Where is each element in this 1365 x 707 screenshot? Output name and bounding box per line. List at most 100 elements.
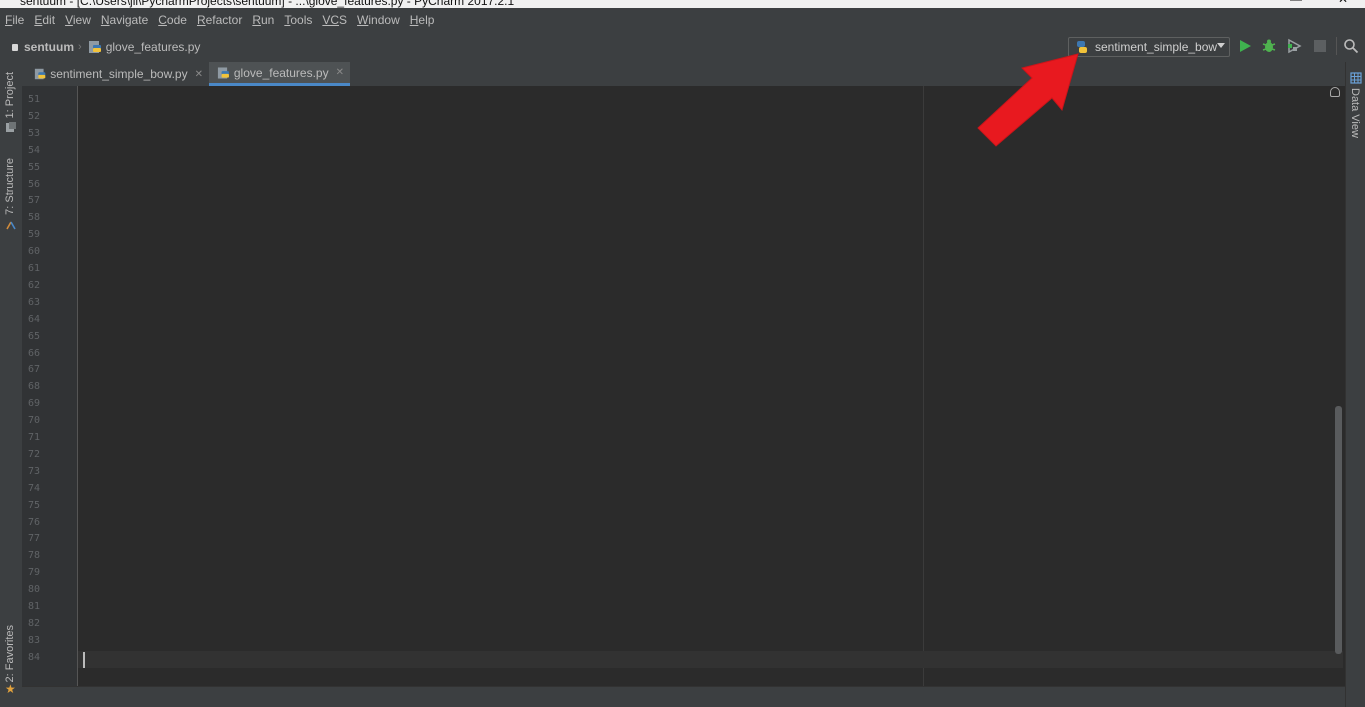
minimize-icon[interactable]: — <box>1290 0 1302 6</box>
close-window-icon[interactable]: ✕ <box>1338 0 1348 6</box>
debug-icon[interactable] <box>1261 38 1277 54</box>
vertical-scrollbar[interactable] <box>1335 406 1342 654</box>
line-number: 76 <box>28 516 41 528</box>
line-number: 53 <box>28 127 41 139</box>
pycharm-window: sentuum - [C:\Users\jil\PycharmProjects\… <box>0 0 1365 707</box>
line-number: 78 <box>28 550 41 562</box>
menu-item-edit[interactable]: Edit <box>29 8 60 32</box>
breadcrumb-project[interactable]: sentuum <box>24 32 74 62</box>
tab-glove-features[interactable]: glove_features.py ✕ <box>209 62 350 86</box>
line-number: 70 <box>28 415 41 427</box>
menu-mnemonic: R <box>252 13 261 27</box>
chevron-right-icon: › <box>78 41 82 53</box>
tab-label: sentiment_simple_bow.py <box>50 67 188 81</box>
title-bar: sentuum - [C:\Users\jil\PycharmProjects\… <box>0 0 1365 8</box>
line-number: 58 <box>28 212 41 224</box>
breadcrumb: sentuum › glove_features.py <box>12 32 200 62</box>
line-number: 51 <box>28 94 41 105</box>
menu-label: elp <box>418 13 435 27</box>
line-number: 80 <box>28 584 41 596</box>
toolbar-separator <box>1336 37 1337 55</box>
menu-label: ode <box>166 13 187 27</box>
right-margin-guide <box>923 86 924 686</box>
tool-tab-data-view[interactable]: Data View <box>1349 88 1361 138</box>
line-number: 57 <box>28 195 41 207</box>
line-number: 81 <box>28 601 41 612</box>
run-icon[interactable] <box>1237 38 1253 54</box>
menu-label: iew <box>72 13 91 27</box>
breadcrumb-file[interactable]: glove_features.py <box>106 32 201 62</box>
menu-item-window[interactable]: Window <box>352 8 405 32</box>
close-tab-icon[interactable]: ✕ <box>195 69 203 80</box>
line-number: 61 <box>28 263 41 274</box>
menu-mnemonic: R <box>196 13 206 27</box>
stop-icon[interactable] <box>1312 38 1328 54</box>
structure-icon <box>6 221 16 230</box>
tool-tab-structure[interactable]: 7: Structure <box>4 158 16 215</box>
line-number: 75 <box>28 499 41 511</box>
menu-item-refactor[interactable]: Refactor <box>192 8 247 32</box>
window-title: sentuum - [C:\Users\jil\PycharmProjects\… <box>20 0 515 8</box>
current-line-highlight <box>78 651 1343 668</box>
menu-label: ools <box>290 13 313 27</box>
menu-label: un <box>260 13 275 27</box>
line-number: 67 <box>28 364 41 376</box>
text-cursor <box>83 652 85 668</box>
python-file-icon <box>34 68 46 80</box>
menu-item-code[interactable]: Code <box>153 8 192 32</box>
menu-mnemonic: VC <box>322 13 340 27</box>
star-icon: ★ <box>5 682 16 696</box>
line-number: 77 <box>28 533 41 545</box>
line-number: 55 <box>28 161 41 173</box>
line-number: 84 <box>28 651 41 663</box>
line-number: 71 <box>28 432 41 443</box>
tab-sentiment-simple-bow[interactable]: sentiment_simple_bow.py ✕ <box>26 62 209 86</box>
python-file-icon <box>88 41 101 53</box>
menu-label: ile <box>12 13 25 27</box>
line-number: 83 <box>28 634 41 646</box>
tab-label: glove_features.py <box>233 65 329 80</box>
menu-item-file[interactable]: File <box>0 8 29 32</box>
line-number: 69 <box>28 398 41 410</box>
menu-item-run[interactable]: Run <box>247 8 279 32</box>
line-number: 73 <box>28 465 41 477</box>
search-icon[interactable] <box>1343 38 1359 54</box>
left-tool-window-strip: 1: Project 7: Structure 2: Favorites ★ <box>0 62 23 707</box>
menu-item-tools[interactable]: Tools <box>279 8 317 32</box>
run-configuration-select[interactable]: sentiment_simple_bow <box>1068 37 1230 57</box>
line-number: 74 <box>28 482 41 494</box>
menu-label: indow <box>368 13 400 27</box>
line-number: 64 <box>28 313 41 325</box>
tool-tab-favorites[interactable]: 2: Favorites <box>4 625 16 682</box>
run-configuration-label: sentiment_simple_bow <box>1095 40 1218 54</box>
menu-label: dit <box>42 13 56 27</box>
right-tool-window-strip: Data View <box>1345 62 1365 707</box>
menu-bar: File Edit View Navigate Code Refactor Run Tools… <box>0 8 1365 33</box>
menu-item-vcs[interactable]: VCS <box>317 8 352 32</box>
editor-tab-bar: sentiment_simple_bow.py ✕ glove_features… <box>22 62 1345 87</box>
menu-label: efactor <box>205 13 243 27</box>
menu-label: S <box>339 13 348 27</box>
menu-item-view[interactable]: View <box>60 8 96 32</box>
line-number: 63 <box>28 296 41 308</box>
menu-mnemonic: V <box>65 13 73 27</box>
tool-tab-project[interactable]: 1: Project <box>4 72 16 118</box>
chevron-down-icon <box>1217 43 1225 48</box>
line-number: 65 <box>28 330 41 342</box>
line-number: 66 <box>28 347 41 359</box>
line-number: 79 <box>28 567 41 579</box>
inspection-icon[interactable] <box>1330 87 1340 97</box>
menu-item-navigate[interactable]: Navigate <box>96 8 153 32</box>
coverage-icon[interactable] <box>1286 38 1302 54</box>
line-number: 82 <box>28 617 41 629</box>
menu-label: avigate <box>109 13 149 27</box>
menu-item-help[interactable]: Help <box>405 8 440 32</box>
close-tab-icon[interactable]: ✕ <box>336 67 344 78</box>
line-number: 60 <box>28 246 41 258</box>
menu-mnemonic: W <box>357 13 369 27</box>
line-number: 62 <box>28 279 41 291</box>
status-bar <box>22 686 1345 707</box>
menu-mnemonic: C <box>158 13 167 27</box>
line-number-gutter: 51 52 53 54 55 56 57 58 59 60 61 62 63 64 65 66 67 68 69 70… <box>22 86 78 686</box>
code-editor[interactable]: 51 52 53 54 55 56 57 58 59 60 61 62 63 64 65 66 67 68 69 70… <box>22 86 1345 686</box>
